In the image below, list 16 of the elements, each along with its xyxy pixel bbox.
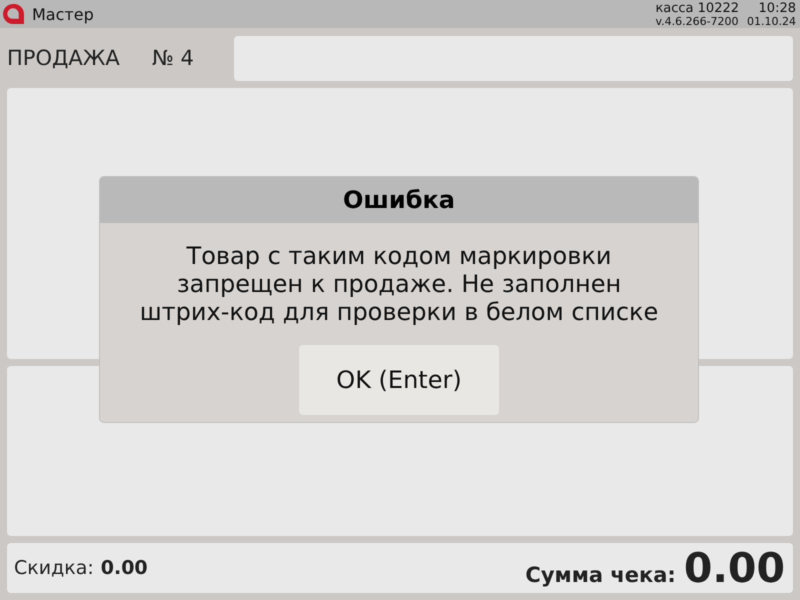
date-label: 01.10.24: [747, 16, 796, 28]
total-value: 0.00: [684, 545, 785, 591]
clock-time: 10:28: [758, 2, 796, 16]
discount-value: 0.00: [100, 557, 148, 579]
app-name: Мастер: [32, 4, 94, 24]
dialog-title: Ошибка: [343, 186, 455, 214]
register-number: касса 10222: [655, 2, 740, 16]
receipt-number: № 4: [152, 46, 195, 70]
ok-button[interactable]: OK (Enter): [299, 345, 499, 415]
sale-title: ПРОДАЖА: [7, 46, 121, 70]
input-field[interactable]: [234, 36, 793, 80]
total-label: Сумма чека:: [525, 563, 676, 587]
logo-icon: [3, 4, 24, 24]
discount-label: Скидка:: [14, 557, 94, 579]
version-label: v.4.6.266-7200: [655, 16, 740, 28]
error-message: Товар с таким кодом маркировки запрещен к продаже. Не заполнен штрих-код для проверки в белом списке: [138, 242, 660, 326]
